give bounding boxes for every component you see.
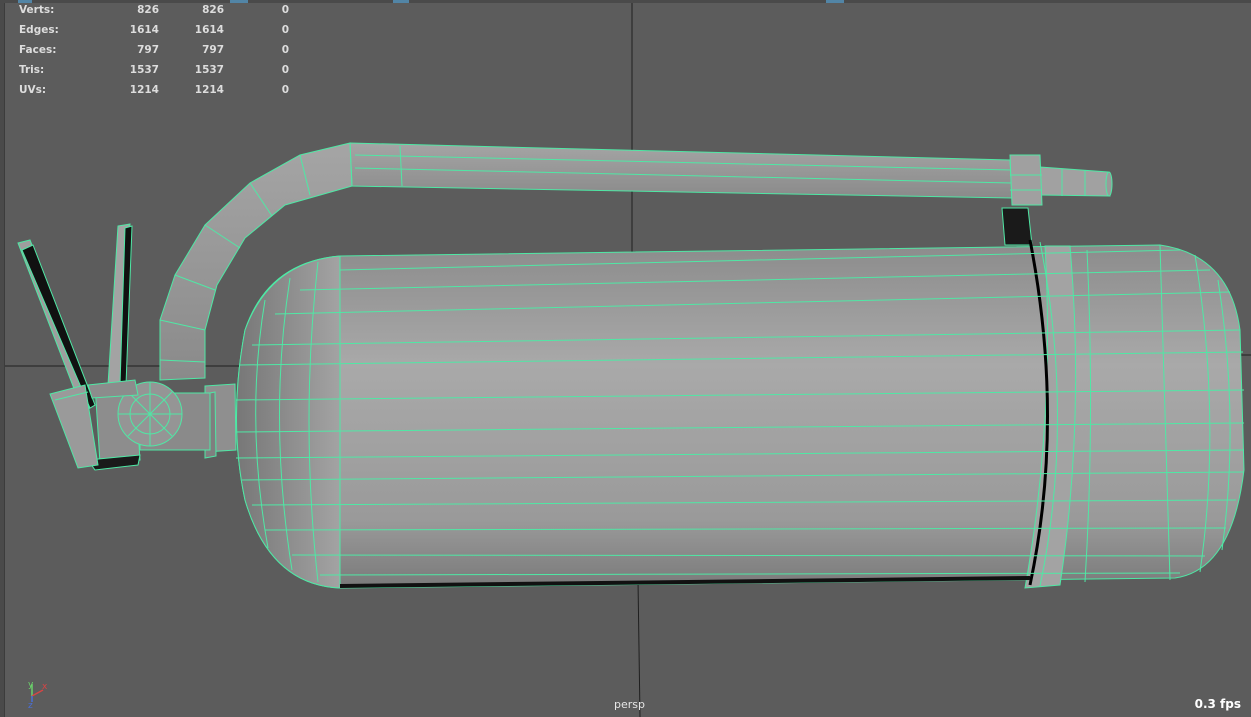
perspective-viewport[interactable]: Verts: 826 826 0 Edges: 1614 1614 0 Faces: 797 797…: [0, 0, 1251, 717]
hud-row-label: Faces:: [19, 44, 57, 56]
axis-x-label: x: [42, 682, 48, 692]
hud-row: Edges: 1614 1614 0: [19, 23, 289, 43]
hud-row: Tris: 1537 1537 0: [19, 63, 289, 83]
hud-row-value-1: 1537: [129, 64, 159, 76]
viewport-left-border: [0, 0, 5, 717]
hud-row: UVs: 1214 1214 0: [19, 83, 289, 103]
scene-canvas[interactable]: [0, 0, 1251, 717]
poly-count-hud: Verts: 826 826 0 Edges: 1614 1614 0 Faces: 797 797…: [19, 3, 289, 103]
hud-row-value-3: 0: [281, 44, 289, 56]
hud-row-value-1: 1614: [129, 24, 159, 36]
hud-row-label: Tris:: [19, 64, 45, 76]
hud-row-label: UVs:: [19, 84, 47, 96]
hud-row-value-2: 1614: [194, 24, 224, 36]
hud-row-label: Edges:: [19, 24, 59, 36]
hud-row-value-2: 826: [202, 4, 224, 16]
hud-row-value-3: 0: [281, 4, 289, 16]
axis-z-label: z: [28, 701, 33, 710]
toolbar-marker[interactable]: [826, 0, 844, 3]
tank-body: [233, 239, 1245, 589]
axis-y-label: y: [28, 680, 34, 690]
hud-row-label: Verts:: [19, 4, 55, 16]
hud-row: Verts: 826 826 0: [19, 3, 289, 23]
hud-row-value-2: 797: [202, 44, 224, 56]
fps-readout: 0.3 fps: [1194, 697, 1241, 711]
hud-row-value-3: 0: [281, 84, 289, 96]
camera-name-label: persp: [614, 698, 645, 711]
hud-row-value-1: 826: [137, 4, 159, 16]
hud-row-value-1: 1214: [129, 84, 159, 96]
hud-row-value-3: 0: [281, 24, 289, 36]
hud-row-value-2: 1214: [194, 84, 224, 96]
hud-row-value-1: 797: [137, 44, 159, 56]
hud-row-value-3: 0: [281, 64, 289, 76]
toolbar-marker[interactable]: [393, 0, 409, 3]
hud-row: Faces: 797 797 0: [19, 43, 289, 63]
axis-gizmo-icon: y x z: [28, 680, 48, 710]
hud-row-value-2: 1537: [194, 64, 224, 76]
